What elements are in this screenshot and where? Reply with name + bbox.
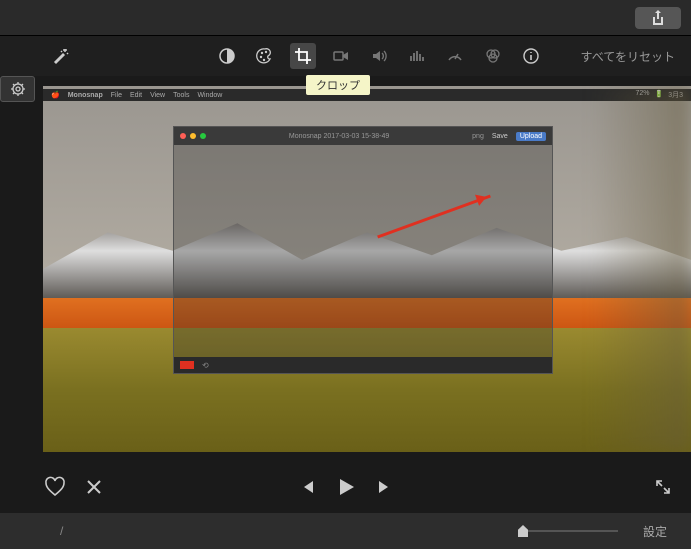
- favorite-button[interactable]: [44, 476, 66, 498]
- reset-all-button[interactable]: すべてをリセット: [581, 48, 675, 65]
- zoom-handle[interactable]: [518, 525, 528, 537]
- adjust-contrast-button[interactable]: [214, 43, 240, 69]
- crop-tooltip: クロップ: [306, 75, 370, 95]
- bottom-bar: / 設定: [0, 513, 691, 549]
- equalizer-button[interactable]: [404, 43, 430, 69]
- heart-icon: [44, 476, 66, 498]
- tool-group: [214, 43, 544, 69]
- speedometer-icon: [446, 47, 464, 65]
- menubar-app: Monosnap: [68, 92, 103, 99]
- color-palette-button[interactable]: [252, 43, 278, 69]
- menubar-item: Edit: [130, 92, 142, 99]
- palette-icon: [256, 47, 274, 65]
- zoom-slider[interactable]: [518, 530, 618, 532]
- inner-app-upload: Upload: [516, 132, 546, 141]
- fullscreen-button[interactable]: [655, 479, 671, 495]
- share-icon: [651, 10, 665, 26]
- crop-icon: [294, 47, 312, 65]
- next-button[interactable]: [376, 478, 394, 496]
- inner-app-window: Monosnap 2017-03-03 15-38-49 png Save Up…: [173, 126, 553, 374]
- playback-bar: [0, 465, 691, 509]
- titlebar: [0, 0, 691, 36]
- inner-app-save: Save: [492, 133, 508, 140]
- expand-icon: [655, 479, 671, 495]
- preview-viewer: 🍎 Monosnap File Edit View Tools Window 7…: [43, 86, 691, 452]
- close-icon: [180, 133, 186, 139]
- menubar-item: View: [150, 92, 165, 99]
- info-button[interactable]: [518, 43, 544, 69]
- audio-button[interactable]: [366, 43, 392, 69]
- adjust-toolbar: すべてをリセット: [0, 36, 691, 76]
- settings-button[interactable]: 設定: [643, 523, 667, 540]
- equalizer-icon: [408, 47, 426, 65]
- menubar-item: File: [111, 92, 122, 99]
- speaker-icon: [370, 47, 388, 65]
- filters-button[interactable]: [480, 43, 506, 69]
- inner-app-toolbar: ⟲: [174, 357, 552, 373]
- skip-back-icon: [298, 478, 316, 496]
- play-button[interactable]: [334, 475, 358, 499]
- speed-button[interactable]: [442, 43, 468, 69]
- inner-app-format: png: [472, 133, 484, 140]
- apple-icon: 🍎: [51, 91, 60, 99]
- path-separator: /: [60, 524, 63, 538]
- gear-icon: [10, 81, 26, 97]
- magic-wand-icon: [52, 47, 70, 65]
- x-icon: [84, 477, 104, 497]
- sidebar-settings-button[interactable]: [0, 76, 35, 102]
- prev-button[interactable]: [298, 478, 316, 496]
- preview-content: 🍎 Monosnap File Edit View Tools Window 7…: [43, 86, 691, 452]
- minimize-icon: [190, 133, 196, 139]
- video-icon: [332, 47, 350, 65]
- share-button[interactable]: [635, 7, 681, 29]
- crop-button[interactable]: [290, 43, 316, 69]
- inner-app-title: Monosnap 2017-03-03 15-38-49: [289, 133, 389, 140]
- menubar-item: Window: [197, 92, 222, 99]
- filters-icon: [484, 47, 502, 65]
- annotation-arrow: [377, 195, 491, 239]
- magic-wand-button[interactable]: [48, 43, 74, 69]
- menubar-item: Tools: [173, 92, 189, 99]
- video-button[interactable]: [328, 43, 354, 69]
- info-icon: [522, 47, 540, 65]
- contrast-icon: [218, 47, 236, 65]
- skip-forward-icon: [376, 478, 394, 496]
- play-icon: [334, 475, 358, 499]
- zoom-icon: [200, 133, 206, 139]
- reject-button[interactable]: [84, 477, 104, 497]
- color-swatch: [180, 361, 194, 369]
